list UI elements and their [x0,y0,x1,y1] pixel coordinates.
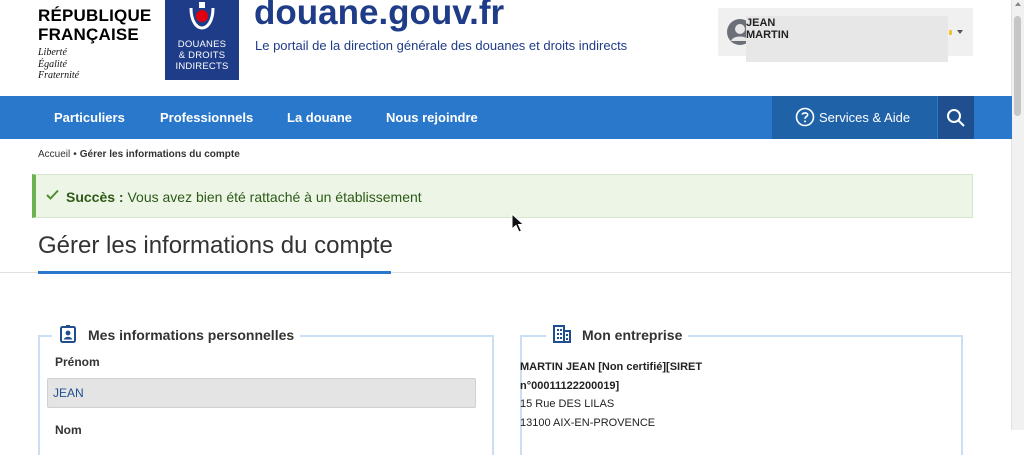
site-subtitle: Le portail de la direction générale des … [255,38,628,53]
site-title[interactable]: douane.gouv.fr [254,0,504,34]
first-name-field[interactable] [47,378,476,408]
page-title: Gérer les informations du compte [38,232,393,259]
user-last-name: MARTIN [746,29,789,41]
chevron-down-icon[interactable] [957,30,963,34]
company-name: MARTIN JEAN [Non certifié][SIRET n°00011… [520,361,703,392]
nav-item-particuliers[interactable]: Particuliers [54,96,125,139]
company-address-line1: 15 Rue DES LILAS [520,398,615,410]
scrollbar-thumb[interactable] [1014,16,1021,116]
motto: Liberté Égalité Fraternité [38,47,79,82]
success-alert-text: Succès : Vous avez bien été rattaché à u… [66,175,422,219]
mouse-pointer-icon [511,213,525,233]
check-icon [46,189,59,200]
page-title-underline [38,271,391,274]
first-name-label: Prénom [55,355,100,369]
user-name: JEAN MARTIN [746,17,789,41]
user-menu[interactable]: JEAN MARTIN [718,8,973,62]
motto-fraternite: Fraternité [38,70,80,81]
page-scrollbar[interactable] [1011,0,1024,430]
success-alert: Succès : Vous avez bien été rattaché à u… [32,174,973,218]
services-aide-label: Services & Aide [819,110,911,125]
user-status-dot [949,30,952,35]
help-icon [795,107,815,127]
republique-title: RÉPUBLIQUE FRANÇAISE [38,6,152,44]
main-navigation: Particuliers Professionnels La douane No… [0,96,1012,139]
breadcrumb-separator: • [73,149,77,160]
company-address-line2: 13100 AIX-EN-PROVENCE [520,416,656,429]
company-details: MARTIN JEAN [Non certifié][SIRET n°00011… [520,358,720,432]
building-icon [553,325,571,343]
success-alert-message: Vous avez bien été rattaché à un établis… [127,189,422,205]
services-aide-button[interactable]: Services & Aide [772,96,937,139]
breadcrumb-current: Gérer les informations du compte [79,149,240,160]
nav-item-la-douane[interactable]: La douane [287,96,352,139]
personal-info-title: Mes informations personnelles [88,327,295,343]
company-title: Mon entreprise [582,327,683,343]
user-first-name: JEAN [746,17,776,29]
douanes-logo[interactable]: DOUANES & DROITS INDIRECTS [165,0,239,80]
douanes-logo-line3: INDIRECTS [175,61,229,72]
breadcrumb-home[interactable]: Accueil [38,149,70,160]
scroll-up-arrow[interactable] [1015,2,1021,6]
douanes-logo-line2: & DROITS [178,50,226,61]
nav-item-nous-rejoindre[interactable]: Nous rejoindre [386,96,478,139]
breadcrumb: Accueil • Gérer les informations du compte [38,149,240,160]
motto-liberte: Liberté [38,47,67,58]
last-name-label: Nom [55,423,82,437]
company-legend: Mon entreprise [546,324,689,344]
personal-info-legend: Mes informations personnelles [52,324,301,344]
douanes-emblem-icon [189,2,215,30]
contact-card-icon [60,325,76,343]
douanes-logo-line1: DOUANES [177,39,227,50]
nav-item-professionnels[interactable]: Professionnels [160,96,253,139]
success-alert-title: Succès : [66,189,124,205]
search-icon [947,109,965,127]
search-button[interactable] [938,96,974,139]
motto-egalite: Égalité [38,58,67,70]
